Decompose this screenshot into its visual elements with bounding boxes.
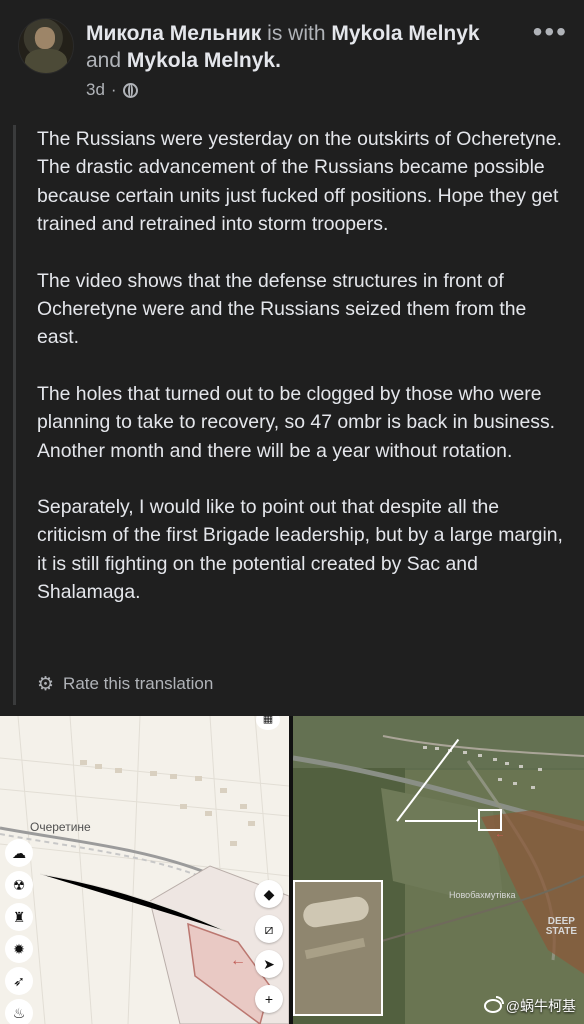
post-text: The Russians were yesterday on the outsk… <box>37 125 567 635</box>
tagged-user-1[interactable]: Mykola Melnyk <box>331 22 479 45</box>
author-line: Микола Мельник is with Mykola Melnyk and… <box>86 20 526 74</box>
with-label: is with <box>267 22 326 45</box>
paragraph: The video shows that the defense structu… <box>37 269 527 349</box>
quote-bar <box>13 125 16 705</box>
watermark: @蜗牛柯基 <box>483 996 576 1016</box>
paragraph: The holes that turned out to be clogged … <box>37 382 556 462</box>
paragraph: Separately, I would like to point out th… <box>37 496 563 604</box>
avatar-face <box>35 27 55 49</box>
rate-translation-label: Rate this translation <box>63 674 214 693</box>
locate-icon[interactable]: ➤ <box>255 950 283 978</box>
post-images[interactable]: ← ▦ Очеретине ☁ ☢ ♜ ✹ ➶ ♨ ◆ ⧄ ➤ + ← Ново… <box>0 716 584 1024</box>
watermark-text: @蜗牛柯基 <box>505 998 576 1014</box>
meta-separator: · <box>110 80 117 99</box>
explosion-icon[interactable]: ✹ <box>5 935 33 963</box>
avatar[interactable] <box>18 18 74 74</box>
more-options-icon[interactable]: ••• <box>533 18 568 46</box>
fortress-icon[interactable]: ♜ <box>5 903 33 931</box>
author-name[interactable]: Микола Мельник <box>86 22 261 45</box>
avatar-body <box>25 49 67 73</box>
rate-translation[interactable]: ⚙ Rate this translation <box>37 674 213 694</box>
map-city-label: Очеретине <box>30 820 91 834</box>
ruler-icon[interactable]: ⧄ <box>255 915 283 943</box>
weibo-icon <box>483 996 504 1013</box>
zoom-in-icon[interactable]: + <box>255 985 283 1013</box>
callout-line-top <box>405 820 477 822</box>
settlement-label: Новобахмутівка <box>449 890 516 900</box>
fire-icon[interactable]: ♨ <box>5 999 33 1024</box>
tagged-user-2[interactable]: Mykola Melnyk. <box>127 49 281 72</box>
map-left[interactable]: ← ▦ Очеретине ☁ ☢ ♜ ✹ ➶ ♨ ◆ ⧄ ➤ + <box>0 716 289 1024</box>
map-right[interactable]: ← Новобахмутівка DEEP STATE <box>293 716 584 1024</box>
paragraph: The Russians were yesterday on the outsk… <box>37 128 562 236</box>
map-tools-left: ☁ ☢ ♜ ✹ ➶ ♨ <box>5 839 39 1024</box>
layers-icon[interactable]: ◆ <box>255 880 283 908</box>
deepstate-label: DEEP STATE <box>545 916 577 937</box>
post-meta: 3d · <box>86 80 138 100</box>
callout-box <box>478 809 502 831</box>
post-time[interactable]: 3d <box>86 80 105 100</box>
deepstate-logo: DEEP STATE <box>546 917 577 937</box>
rocket-icon[interactable]: ➶ <box>5 967 33 995</box>
and-label: and <box>86 49 122 72</box>
svg-text:←: ← <box>230 952 246 969</box>
post-header: Микола Мельник is with Mykola Melnyk and… <box>0 0 584 110</box>
satellite-inset <box>293 880 383 1016</box>
gear-icon: ⚙ <box>37 673 55 695</box>
radiation-icon[interactable]: ☢ <box>5 871 33 899</box>
weather-icon[interactable]: ☁ <box>5 839 33 867</box>
map-left-svg: ← <box>0 716 289 1024</box>
globe-icon <box>122 82 138 98</box>
